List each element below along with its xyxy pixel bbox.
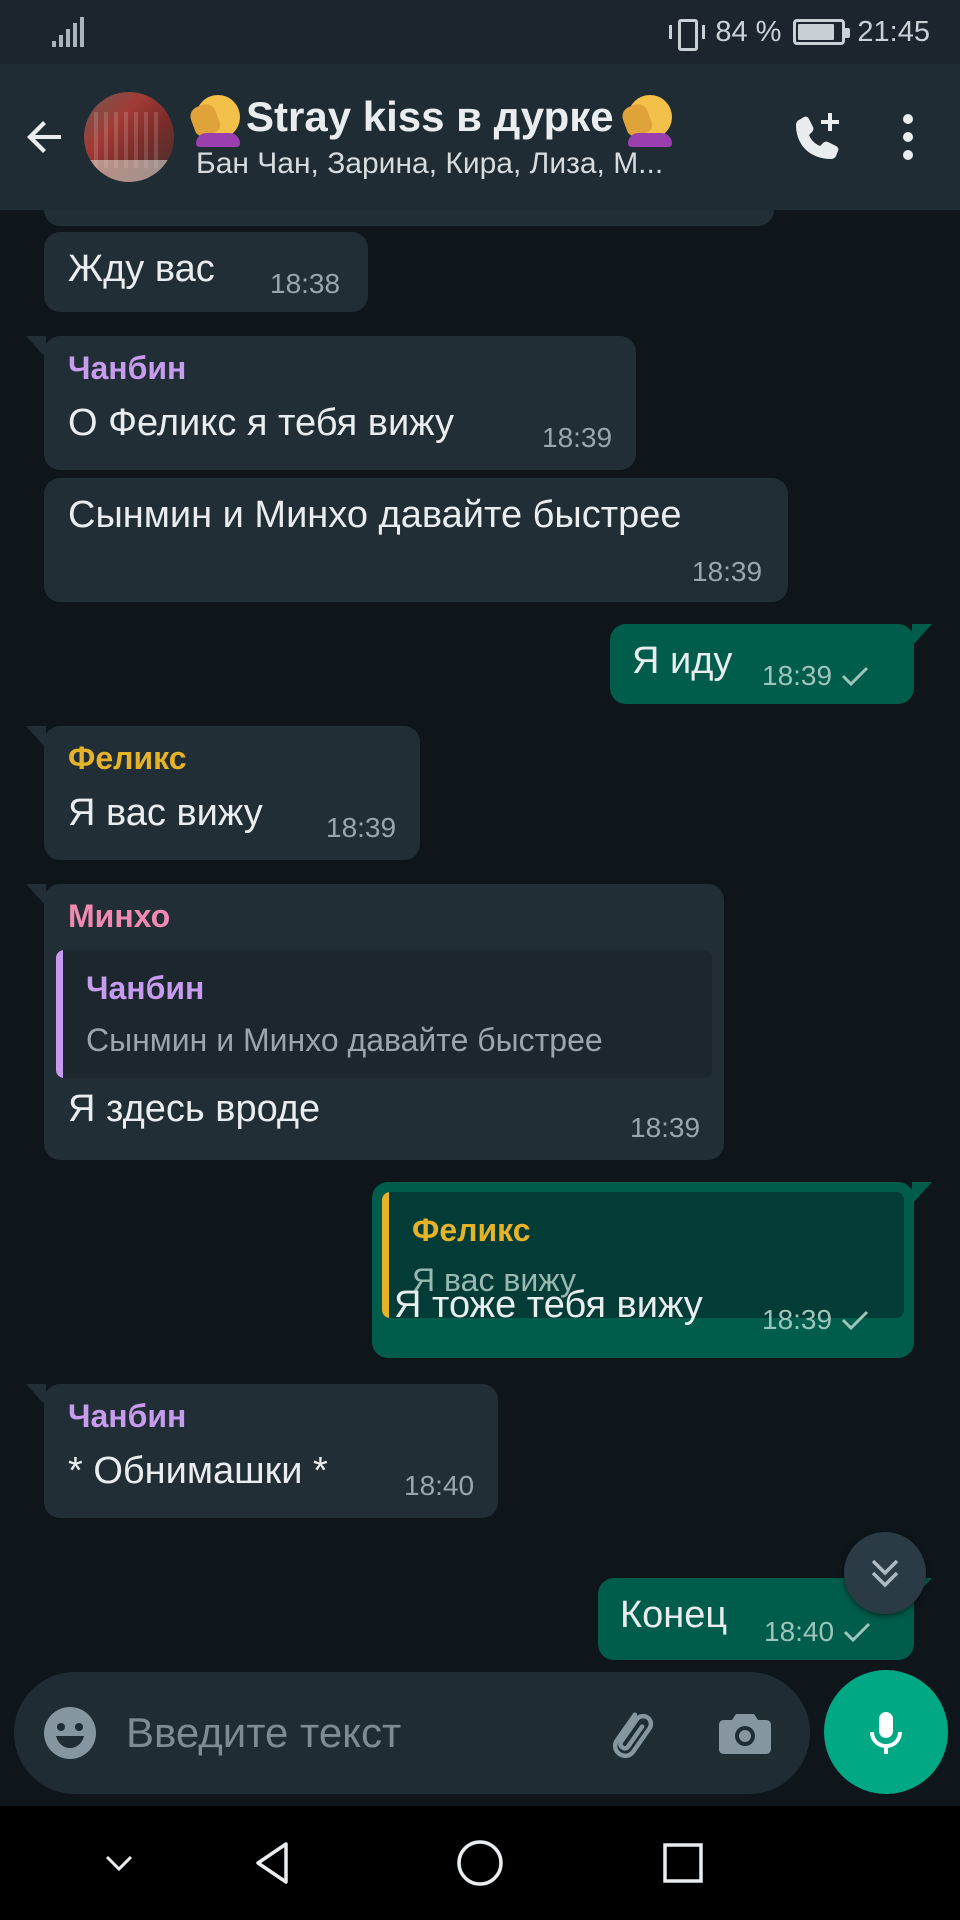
message-time: 18:39 [762,660,870,692]
message-text: Я здесь вроде [68,1088,321,1130]
microphone-button[interactable] [824,1670,948,1794]
quote-text: Сынмин и Минхо давайте быстрее [86,1022,603,1058]
hide-keyboard-button[interactable] [84,1828,154,1898]
message-time: 18:39 [542,422,613,453]
message-bubble-outgoing-reply[interactable]: Феликс Я вас вижу Я тоже тебя вижу 18:39 [372,1182,932,1358]
camera-icon[interactable] [714,1702,776,1764]
quoted-message[interactable]: Чанбин Сынмин и Минхо давайте быстрее [56,950,712,1078]
message-text: Я тоже тебя вижу [394,1284,703,1326]
chevron-down-icon [105,1855,133,1872]
back-button[interactable] [10,102,80,172]
message-time-value: 18:39 [762,1304,833,1335]
clock: 21:45 [857,15,930,48]
message-input[interactable] [126,1700,486,1766]
quote-bar [56,950,63,1078]
message-time: 18:40 [764,1616,872,1648]
chat-members: Бан Чан, Зарина, Кира, Лиза, М... [196,147,664,180]
add-call-button[interactable] [778,97,858,177]
sender-name: Чанбин [68,1398,187,1434]
microphone-icon [870,1712,902,1754]
triangle-back-icon [256,1842,288,1884]
battery-icon [793,19,851,45]
message-bubble[interactable]: Сынмин и Минхо давайте быстрее 18:39 [44,478,788,602]
message-text: Конец [620,1594,728,1636]
message-composer [14,1672,810,1794]
chat-title-block[interactable]: Stray kiss в дурке Бан Чан, Зарина, Кира… [196,93,778,181]
scroll-to-bottom-button[interactable] [844,1532,926,1614]
message-time-value: 18:40 [764,1616,835,1647]
message-bubble-partial [44,210,774,226]
nav-recents-button[interactable] [648,1828,718,1898]
message-time: 18:39 [762,1304,870,1336]
battery-fill [798,24,834,40]
check-icon [844,1622,871,1643]
message-text: * Обнимашки * [68,1450,328,1492]
message-bubble[interactable]: Жду вас 18:38 [44,232,368,312]
emoji-icon[interactable] [42,1705,98,1761]
group-avatar[interactable] [84,92,174,182]
message-text: Я иду [632,640,733,682]
paperclip-icon[interactable] [598,1702,660,1764]
message-time: 18:39 [692,556,763,587]
square-recents-icon [663,1843,703,1883]
signal-icon [52,17,84,47]
quote-bar [382,1192,389,1318]
message-text: Жду вас [68,248,215,290]
quote-sender: Феликс [412,1212,531,1248]
chat-title: Stray kiss в дурке [246,93,614,140]
nav-back-button[interactable] [238,1828,308,1898]
message-time: 18:39 [326,812,397,843]
double-chevron-down-icon [871,1559,899,1588]
message-text: Сынмин и Минхо давайте быстрее [68,494,682,536]
vibrate-icon [669,17,706,51]
sender-name: Феликс [68,740,187,776]
system-navigation-bar [0,1806,960,1920]
chat-header: Stray kiss в дурке Бан Чан, Зарина, Кира… [0,64,960,210]
message-time: 18:38 [270,268,341,299]
sender-name: Минхо [68,898,171,934]
message-bubble[interactable]: Чанбин * Обнимашки * 18:40 [26,1384,498,1518]
sender-name: Чанбин [68,350,187,386]
check-icon [842,666,869,687]
message-text: О Феликс я тебя вижу [68,402,455,444]
add-call-icon [796,113,839,159]
circle-home-icon [457,1840,503,1886]
message-bubble-reply[interactable]: Минхо Чанбин Сынмин и Минхо давайте быст… [26,884,724,1160]
message-list[interactable]: Жду вас 18:38 Чанбин О Феликс я тебя виж… [0,210,960,1670]
message-time: 18:39 [630,1112,701,1143]
message-text: Я вас вижу [68,792,263,834]
check-icon [842,1310,869,1331]
message-bubble[interactable]: Чанбин О Феликс я тебя вижу 18:39 [26,336,636,470]
arrow-left-icon [27,121,61,153]
message-time: 18:40 [404,1470,475,1501]
battery-percent: 84 % [715,15,782,48]
facepalm-emoji-icon [627,95,672,147]
quote-sender: Чанбин [86,970,205,1006]
message-bubble-outgoing[interactable]: Я иду 18:39 [610,624,932,704]
message-time-value: 18:39 [762,660,833,691]
facepalm-emoji-icon [196,95,240,147]
status-bar: 84 % 21:45 [0,0,960,64]
nav-home-button[interactable] [445,1828,515,1898]
more-vert-icon[interactable] [878,97,938,177]
message-bubble[interactable]: Феликс Я вас вижу 18:39 [26,726,420,860]
